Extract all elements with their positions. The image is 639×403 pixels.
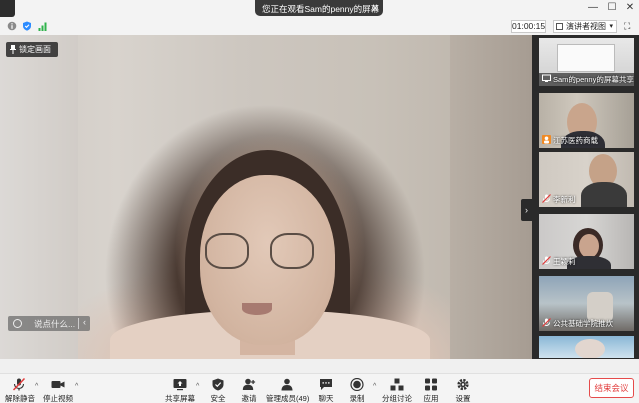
speaker-mouth bbox=[242, 303, 272, 315]
share-screen-icon bbox=[173, 379, 187, 391]
bottom-toolbar: 解除静音 ^ 停止视频 ^ 共享屏幕 ^ 安全 邀请 管理成员(49) 聊天 录… bbox=[0, 373, 639, 403]
background-shelf bbox=[450, 35, 532, 359]
lock-view-label: 锁定画面 bbox=[19, 45, 51, 54]
close-window-button[interactable]: ✕ bbox=[623, 2, 637, 14]
fullscreen-icon[interactable]: ⛶ bbox=[624, 21, 634, 31]
invite-label: 邀请 bbox=[241, 394, 257, 403]
signal-strength-icon[interactable] bbox=[38, 21, 48, 31]
participant-tile[interactable] bbox=[539, 336, 634, 358]
chat-button[interactable]: 聊天 bbox=[315, 378, 337, 403]
chat-divider bbox=[78, 318, 79, 329]
participant-body bbox=[581, 182, 627, 207]
mic-muted-icon bbox=[542, 194, 551, 203]
breakout-rooms-button[interactable]: 分组讨论 bbox=[382, 378, 412, 403]
share-screen-label: 共享屏幕 bbox=[165, 394, 195, 403]
mic-muted-icon bbox=[542, 318, 551, 327]
record-icon bbox=[350, 378, 364, 391]
mic-muted-icon bbox=[542, 256, 551, 265]
emoji-icon[interactable] bbox=[13, 319, 22, 328]
audio-options-caret[interactable]: ^ bbox=[35, 383, 38, 390]
end-meeting-button[interactable]: 结束会议 bbox=[589, 378, 634, 398]
view-label: 演讲者视图 bbox=[566, 22, 606, 31]
participant-name: 王颖莉 bbox=[553, 257, 576, 266]
grid-icon bbox=[556, 23, 563, 30]
window-corner bbox=[0, 0, 15, 17]
add-user-icon bbox=[242, 378, 256, 390]
window-title: 您正在观看Sam的penny的屏幕 bbox=[262, 4, 380, 14]
lock-view-button[interactable]: 锁定画面 bbox=[6, 42, 58, 57]
participant-tile-screen-share[interactable]: Sam的penny的屏幕共享 bbox=[539, 38, 634, 86]
security-button[interactable]: 安全 bbox=[207, 378, 229, 403]
participant-tile[interactable]: 公共基础学院推炊 bbox=[539, 276, 634, 331]
breakout-rooms-icon bbox=[390, 378, 404, 391]
apps-button[interactable]: 应用 bbox=[420, 378, 442, 403]
breakout-rooms-label: 分组讨论 bbox=[382, 394, 412, 403]
glasses-left-lens bbox=[205, 233, 249, 269]
pin-icon bbox=[10, 45, 16, 54]
participant-tile[interactable]: 江苏医药商载 bbox=[539, 93, 634, 148]
chevron-down-icon: ▾ bbox=[609, 23, 613, 30]
participant-label: 王颖莉 bbox=[542, 256, 576, 267]
participant-label: 江苏医药商载 bbox=[542, 135, 598, 146]
video-bottom-gap bbox=[0, 359, 639, 373]
participants-icon bbox=[281, 378, 293, 391]
stop-video-button[interactable]: 停止视频 bbox=[43, 378, 73, 403]
video-camera-icon bbox=[51, 381, 65, 388]
apps-grid-icon bbox=[425, 378, 437, 391]
participant-face bbox=[579, 234, 599, 258]
shield-icon bbox=[212, 378, 224, 391]
chat-placeholder: 说点什么... bbox=[34, 319, 76, 329]
mic-muted-icon bbox=[12, 378, 26, 391]
record-button[interactable]: 录制 bbox=[346, 378, 368, 403]
video-options-caret[interactable]: ^ bbox=[75, 383, 78, 390]
invite-button[interactable]: 邀请 bbox=[238, 378, 260, 403]
stop-video-label: 停止视频 bbox=[43, 394, 73, 403]
gallery-collapse-icon[interactable]: › bbox=[521, 199, 532, 221]
background-wall bbox=[0, 35, 78, 359]
unmute-label: 解除静音 bbox=[5, 394, 35, 403]
participant-label: 李新利 bbox=[542, 194, 576, 205]
speaker-view-button[interactable]: 演讲者视图 ▾ bbox=[553, 20, 617, 33]
quick-chat-input[interactable]: 说点什么... ‹ bbox=[8, 316, 90, 331]
participant-name: Sam的penny的屏幕共享 bbox=[553, 75, 634, 84]
sharing-banner: 您正在观看Sam的penny的屏幕 ✕ bbox=[255, 0, 383, 16]
participant-name: 江苏医药商载 bbox=[553, 136, 598, 145]
participant-tile[interactable]: 李新利 bbox=[539, 152, 634, 207]
participant-name: 李新利 bbox=[553, 195, 576, 204]
apps-label: 应用 bbox=[423, 394, 439, 403]
participant-name: 公共基础学院推炊 bbox=[553, 319, 613, 328]
user-orange-icon bbox=[542, 135, 551, 144]
security-label: 安全 bbox=[210, 394, 226, 403]
manage-participants-button[interactable]: 管理成员(49) bbox=[266, 378, 310, 403]
main-speaker-video[interactable] bbox=[0, 35, 532, 359]
chat-collapse-icon[interactable]: ‹ bbox=[83, 317, 86, 327]
participant-face bbox=[575, 339, 605, 358]
title-bar: 您正在观看Sam的penny的屏幕 ✕ — ☐ ✕ bbox=[0, 0, 639, 18]
chat-label: 聊天 bbox=[318, 394, 334, 403]
meeting-timer: 01:00:15 bbox=[511, 20, 546, 33]
participant-label: 公共基础学院推炊 bbox=[542, 318, 613, 329]
share-screen-button[interactable]: 共享屏幕 bbox=[165, 378, 195, 403]
minimize-button[interactable]: — bbox=[586, 2, 600, 14]
info-icon[interactable] bbox=[7, 21, 17, 31]
top-toolbar: 01:00:15 演讲者视图 ▾ ⛶ bbox=[0, 18, 639, 35]
unmute-button[interactable]: 解除静音 bbox=[5, 378, 35, 403]
manage-participants-label: 管理成员(49) bbox=[266, 394, 310, 403]
settings-label: 设置 bbox=[455, 394, 471, 403]
participant-tile[interactable]: 王颖莉 bbox=[539, 214, 634, 269]
share-options-caret[interactable]: ^ bbox=[196, 383, 199, 390]
gear-icon bbox=[457, 378, 469, 391]
participant-label: Sam的penny的屏幕共享 bbox=[539, 73, 634, 86]
shared-screen-preview bbox=[557, 44, 615, 72]
shield-icon[interactable] bbox=[22, 21, 32, 31]
chat-bubble-icon bbox=[320, 379, 332, 390]
record-label: 录制 bbox=[349, 394, 365, 403]
glasses-right-lens bbox=[270, 233, 314, 269]
screen-share-icon bbox=[542, 74, 551, 82]
settings-button[interactable]: 设置 bbox=[452, 378, 474, 403]
maximize-button[interactable]: ☐ bbox=[605, 2, 619, 14]
record-options-caret[interactable]: ^ bbox=[373, 383, 376, 390]
